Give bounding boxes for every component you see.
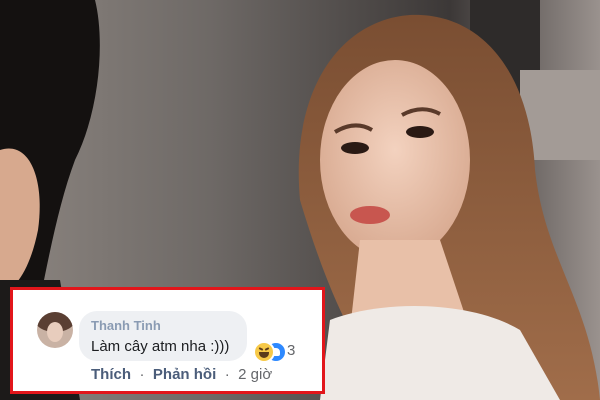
- comment-bubble: Thanh Tinh Làm cây atm nha :))): [79, 311, 247, 361]
- action-separator: ·: [139, 366, 145, 383]
- commenter-name[interactable]: Thanh Tinh: [91, 318, 161, 333]
- comment-timestamp[interactable]: 2 giờ: [238, 366, 272, 383]
- avatar-face: [47, 322, 63, 342]
- haha-emoji-icon: [253, 341, 275, 363]
- highlighted-comment-box: Thanh Tinh Làm cây atm nha :))) 3 Thích …: [10, 287, 325, 394]
- like-button[interactable]: Thích: [91, 366, 131, 383]
- comment-actions: Thích · Phản hồi · 2 giờ: [91, 366, 272, 386]
- comment-text: Làm cây atm nha :))): [91, 338, 230, 355]
- action-separator: ·: [224, 366, 230, 383]
- reply-button[interactable]: Phản hồi: [153, 366, 216, 383]
- commenter-avatar[interactable]: [37, 312, 73, 348]
- reaction-count: 3: [287, 342, 296, 359]
